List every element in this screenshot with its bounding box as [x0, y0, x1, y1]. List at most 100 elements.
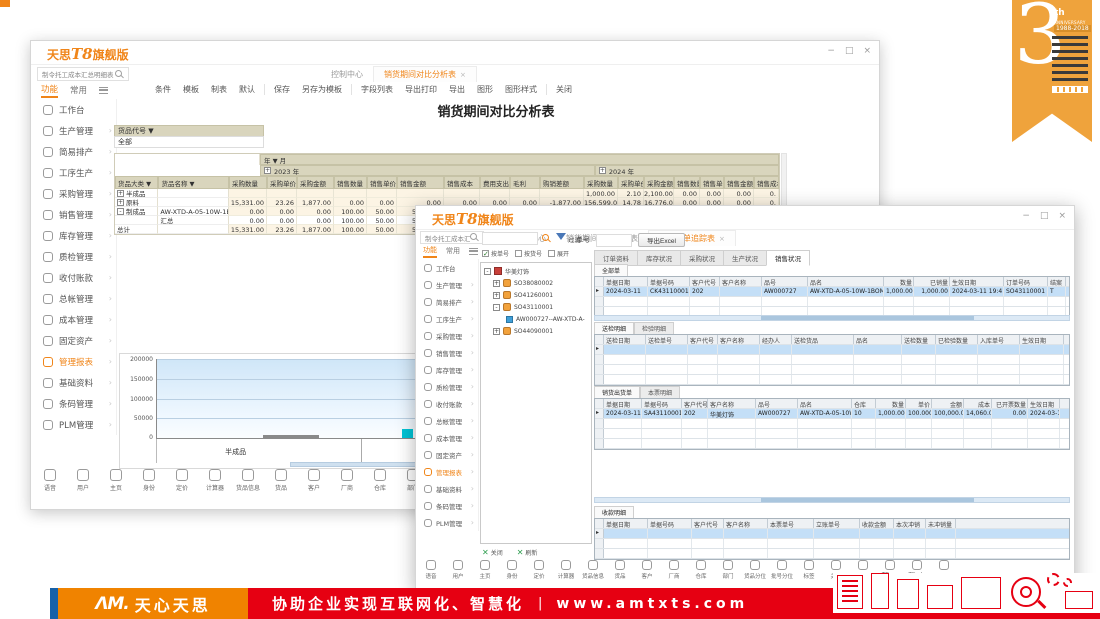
column-header[interactable]: 未冲销量 — [926, 519, 956, 528]
sidebar-tab-function[interactable]: 功能 — [41, 83, 58, 98]
table-row[interactable] — [595, 345, 1069, 355]
sidebar-item[interactable]: 质检管理› — [31, 246, 116, 267]
sidebar-item[interactable]: 采购管理› — [416, 327, 478, 344]
search-icon[interactable] — [542, 234, 551, 243]
pivot-year-group[interactable]: +2024 年 — [595, 165, 779, 176]
column-header[interactable]: 品号 — [762, 277, 808, 286]
filter-checkbox[interactable]: 展开 — [548, 249, 569, 258]
column-header[interactable]: 已检验数量 — [936, 335, 978, 344]
window-control-button[interactable]: □ — [1040, 210, 1049, 222]
expand-toggle-icon[interactable]: + — [599, 167, 606, 174]
column-header[interactable]: 客户名称 — [718, 335, 760, 344]
column-header[interactable]: 采购金额 — [644, 176, 674, 189]
column-header[interactable]: 送检货品 — [792, 335, 854, 344]
window-control-button[interactable]: − — [1022, 210, 1030, 222]
sidebar-item[interactable]: 固定资产› — [416, 446, 478, 463]
window-control-button[interactable]: □ — [845, 45, 854, 57]
menu-item[interactable]: 默认 — [233, 84, 265, 95]
column-header[interactable]: 品号 — [756, 399, 798, 408]
tree-order-node[interactable]: -SO43110001 — [484, 301, 591, 313]
tab-close-icon[interactable]: × — [460, 71, 466, 79]
menu-icon[interactable] — [99, 87, 108, 94]
sidebar-item[interactable]: 质检管理› — [416, 378, 478, 395]
column-header[interactable]: 客户名称 — [724, 519, 768, 528]
column-header[interactable]: 送检日期 — [604, 335, 646, 344]
window-control-button[interactable]: − — [827, 45, 835, 57]
sidebar-item[interactable]: 库存管理› — [416, 361, 478, 378]
pivot-column-area-header[interactable]: 年 ▼ 月 — [260, 154, 779, 165]
column-header[interactable]: 本票单号 — [768, 519, 814, 528]
column-header[interactable]: 费用支出 — [480, 176, 510, 189]
table-row[interactable]: 2024-03-11CK43110001202AW000727AW-XTD-A-… — [595, 287, 1069, 297]
tree-search-input[interactable] — [482, 232, 538, 245]
tree-root-node[interactable]: -华美灯饰 — [484, 265, 591, 277]
filter-checkbox[interactable]: 按货号 — [515, 249, 542, 258]
table-row[interactable]: 2024-03-11SA43110001202华美灯饰AW000727AW-XT… — [595, 409, 1069, 419]
table-row[interactable] — [595, 355, 1069, 365]
sidebar-item[interactable]: 基础资料› — [31, 372, 116, 393]
pivot-year-group[interactable]: +2023 年 — [260, 165, 595, 176]
checkbox-icon[interactable] — [482, 250, 489, 257]
sidebar-item[interactable]: PLM管理› — [416, 514, 478, 531]
toolbar-item[interactable]: 货品分位 — [744, 560, 766, 580]
column-header[interactable]: 单据号码 — [648, 277, 690, 286]
expand-toggle-icon[interactable]: + — [264, 167, 271, 174]
column-header[interactable]: 成本 — [964, 399, 992, 408]
document-tab[interactable]: 销货期间对比分析表× — [373, 66, 477, 82]
export-excel-button[interactable]: 导出Excel — [638, 233, 685, 247]
document-tab[interactable]: 控制中心 — [321, 66, 373, 82]
menu-item[interactable]: 导出 — [443, 84, 471, 95]
column-header[interactable]: 入库单号 — [978, 335, 1020, 344]
tree-button[interactable]: ✕刷新 — [517, 548, 538, 557]
table-row[interactable] — [595, 365, 1069, 375]
window-control-button[interactable]: × — [1058, 210, 1066, 222]
checkbox-icon[interactable] — [548, 250, 555, 257]
sidebar-item[interactable]: 条码管理› — [416, 497, 478, 514]
menu-item[interactable]: 另存为模板 — [296, 84, 352, 95]
sidebar-item[interactable]: 收付账款› — [31, 267, 116, 288]
toolbar-item[interactable]: 主页 — [474, 560, 496, 580]
toolbar-item[interactable]: 货品 — [268, 469, 294, 492]
expand-toggle-icon[interactable]: + — [493, 328, 500, 335]
toolbar-item[interactable]: 身份 — [501, 560, 523, 580]
column-header[interactable]: 毛利 — [510, 176, 540, 189]
order-no-input[interactable] — [596, 234, 632, 247]
column-header[interactable]: 客户代号 — [688, 335, 718, 344]
column-header[interactable]: 生效日期 — [1028, 399, 1060, 408]
column-header[interactable]: 订单号码 — [1004, 277, 1048, 286]
expand-toggle-icon[interactable]: + — [493, 292, 500, 299]
tree-item-node[interactable]: AW000727--AW-XTD-A- — [484, 313, 591, 325]
column-header[interactable]: 单据号码 — [648, 519, 692, 528]
menu-item[interactable]: 保存 — [268, 84, 296, 95]
table-row[interactable] — [595, 529, 1069, 539]
column-header[interactable]: 收款金额 — [860, 519, 894, 528]
window-control-button[interactable]: × — [863, 45, 871, 57]
column-header[interactable]: 销售成本 — [754, 176, 779, 189]
section-tab[interactable]: 本票明细 — [640, 386, 680, 398]
sidebar-item[interactable]: 管理报表› — [416, 463, 478, 480]
column-header[interactable]: 销售数量 — [674, 176, 700, 189]
table-row[interactable] — [595, 549, 1069, 559]
section-tab[interactable]: 检验明细 — [634, 322, 674, 334]
expand-toggle-icon[interactable]: + — [117, 190, 124, 197]
toolbar-item[interactable]: 主页 — [103, 469, 129, 492]
column-header[interactable]: 销售成本 — [444, 176, 480, 189]
sidebar-item[interactable]: 总帐管理› — [31, 288, 116, 309]
sidebar-item[interactable]: 工序生产› — [416, 310, 478, 327]
toolbar-item[interactable]: 货品 — [609, 560, 631, 580]
column-header[interactable]: 品名 — [798, 399, 852, 408]
column-header[interactable]: 客户代号 — [682, 399, 708, 408]
checkbox-icon[interactable] — [515, 250, 522, 257]
menu-item[interactable]: 关闭 — [550, 84, 578, 95]
search-icon[interactable] — [115, 70, 124, 79]
sidebar-item[interactable]: 收付账款› — [416, 395, 478, 412]
menu-icon[interactable] — [469, 248, 478, 255]
toolbar-item[interactable]: 厂商 — [334, 469, 360, 492]
column-header[interactable]: 金额 — [932, 399, 964, 408]
scrollbar-thumb[interactable] — [761, 316, 974, 320]
menu-item[interactable]: 导出打印 — [399, 84, 443, 95]
column-header[interactable]: 单据日期 — [604, 277, 648, 286]
menu-item[interactable]: 制表 — [205, 84, 233, 95]
column-header[interactable]: 数量 — [884, 277, 914, 286]
toolbar-item[interactable]: 身份 — [136, 469, 162, 492]
